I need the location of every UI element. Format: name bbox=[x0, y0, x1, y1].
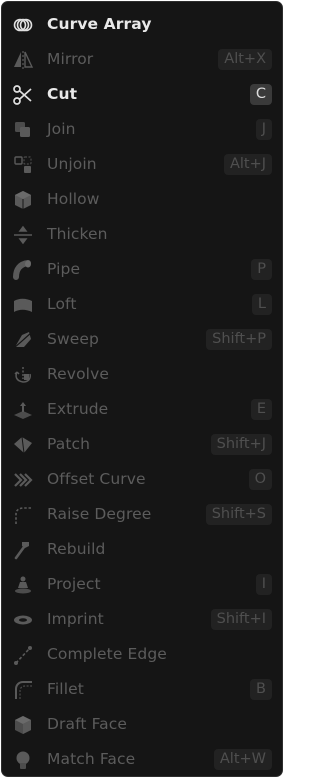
menu-item-offset-curve[interactable]: Offset Curve O bbox=[2, 462, 282, 497]
menu-item-label: Mirror bbox=[47, 50, 94, 68]
shortcut-badge: B bbox=[250, 679, 272, 700]
menu-item-join[interactable]: Join J bbox=[2, 112, 282, 147]
mirror-icon bbox=[12, 49, 34, 71]
shortcut-badge: E bbox=[250, 399, 272, 420]
menu-item-label: Revolve bbox=[47, 365, 109, 383]
menu-item-unjoin[interactable]: Unjoin Alt+J bbox=[2, 147, 282, 182]
raise-degree-icon bbox=[12, 504, 34, 526]
menu-item-hollow[interactable]: Hollow bbox=[2, 182, 282, 217]
fillet-icon bbox=[12, 679, 34, 701]
menu-item-label: Thicken bbox=[47, 225, 108, 243]
menu-item-fillet[interactable]: Fillet B bbox=[2, 672, 282, 707]
context-menu: Curve Array Mirror Alt+X Cut C Join J Un… bbox=[1, 1, 283, 777]
menu-item-label: Extrude bbox=[47, 400, 109, 418]
menu-item-label: Offset Curve bbox=[47, 470, 146, 488]
shortcut-badge: Shift+I bbox=[210, 609, 272, 630]
menu-item-label: Hollow bbox=[47, 190, 100, 208]
shortcut-badge: C bbox=[249, 84, 272, 105]
menu-item-extrude[interactable]: Extrude E bbox=[2, 392, 282, 427]
shortcut-badge: O bbox=[248, 469, 272, 490]
join-icon bbox=[12, 119, 34, 141]
patch-icon bbox=[12, 434, 34, 456]
menu-item-sweep[interactable]: Sweep Shift+P bbox=[2, 322, 282, 357]
loft-icon bbox=[12, 294, 34, 316]
menu-item-label: Curve Array bbox=[47, 15, 152, 33]
menu-item-label: Cut bbox=[47, 85, 78, 103]
menu-item-label: Raise Degree bbox=[47, 505, 152, 523]
menu-item-cut[interactable]: Cut C bbox=[2, 77, 282, 112]
menu-item-project[interactable]: Project I bbox=[2, 567, 282, 602]
menu-item-raise-degree[interactable]: Raise Degree Shift+S bbox=[2, 497, 282, 532]
extrude-icon bbox=[12, 399, 34, 421]
complete-edge-icon bbox=[12, 644, 34, 666]
menu-item-label: Fillet bbox=[47, 680, 84, 698]
menu-item-label: Loft bbox=[47, 295, 77, 313]
shortcut-badge: Shift+J bbox=[210, 434, 272, 455]
thicken-icon bbox=[12, 224, 34, 246]
unjoin-icon bbox=[12, 154, 34, 176]
draft-face-icon bbox=[12, 714, 34, 736]
sweep-icon bbox=[12, 329, 34, 351]
hammer-icon bbox=[12, 539, 34, 561]
menu-item-rebuild[interactable]: Rebuild bbox=[2, 532, 282, 567]
shortcut-badge: Alt+J bbox=[223, 154, 272, 175]
menu-item-thicken[interactable]: Thicken bbox=[2, 217, 282, 252]
shortcut-badge: P bbox=[251, 259, 272, 280]
offset-curve-icon bbox=[12, 469, 34, 491]
menu-item-match-face[interactable]: Match Face Alt+W bbox=[2, 742, 282, 776]
hollow-icon bbox=[12, 189, 34, 211]
shortcut-badge: Alt+W bbox=[213, 749, 272, 770]
shortcut-badge: Shift+S bbox=[205, 504, 272, 525]
scissors-icon bbox=[12, 84, 34, 106]
menu-item-revolve[interactable]: Revolve bbox=[2, 357, 282, 392]
menu-item-label: Sweep bbox=[47, 330, 99, 348]
shortcut-badge: J bbox=[255, 119, 272, 140]
menu-item-label: Pipe bbox=[47, 260, 81, 278]
match-face-icon bbox=[12, 749, 34, 771]
project-icon bbox=[12, 574, 34, 596]
menu-item-curve-array[interactable]: Curve Array bbox=[2, 7, 282, 42]
menu-item-draft-face[interactable]: Draft Face bbox=[2, 707, 282, 742]
revolve-icon bbox=[12, 364, 34, 386]
shortcut-badge: I bbox=[255, 574, 272, 595]
pipe-icon bbox=[12, 259, 34, 281]
menu-item-label: Rebuild bbox=[47, 540, 106, 558]
menu-item-label: Complete Edge bbox=[47, 645, 167, 663]
menu-item-pipe[interactable]: Pipe P bbox=[2, 252, 282, 287]
menu-item-label: Unjoin bbox=[47, 155, 97, 173]
menu-item-label: Imprint bbox=[47, 610, 104, 628]
menu-item-label: Join bbox=[47, 120, 76, 138]
menu-item-loft[interactable]: Loft L bbox=[2, 287, 282, 322]
shortcut-badge: L bbox=[251, 294, 272, 315]
menu-item-imprint[interactable]: Imprint Shift+I bbox=[2, 602, 282, 637]
curve-array-icon bbox=[12, 14, 34, 36]
shortcut-badge: Shift+P bbox=[206, 329, 272, 350]
menu-item-patch[interactable]: Patch Shift+J bbox=[2, 427, 282, 462]
menu-item-label: Patch bbox=[47, 435, 91, 453]
menu-item-label: Draft Face bbox=[47, 715, 128, 733]
menu-item-label: Match Face bbox=[47, 750, 136, 768]
shortcut-badge: Alt+X bbox=[218, 49, 272, 70]
menu-item-complete-edge[interactable]: Complete Edge bbox=[2, 637, 282, 672]
menu-item-label: Project bbox=[47, 575, 101, 593]
imprint-icon bbox=[12, 609, 34, 631]
menu-item-mirror[interactable]: Mirror Alt+X bbox=[2, 42, 282, 77]
